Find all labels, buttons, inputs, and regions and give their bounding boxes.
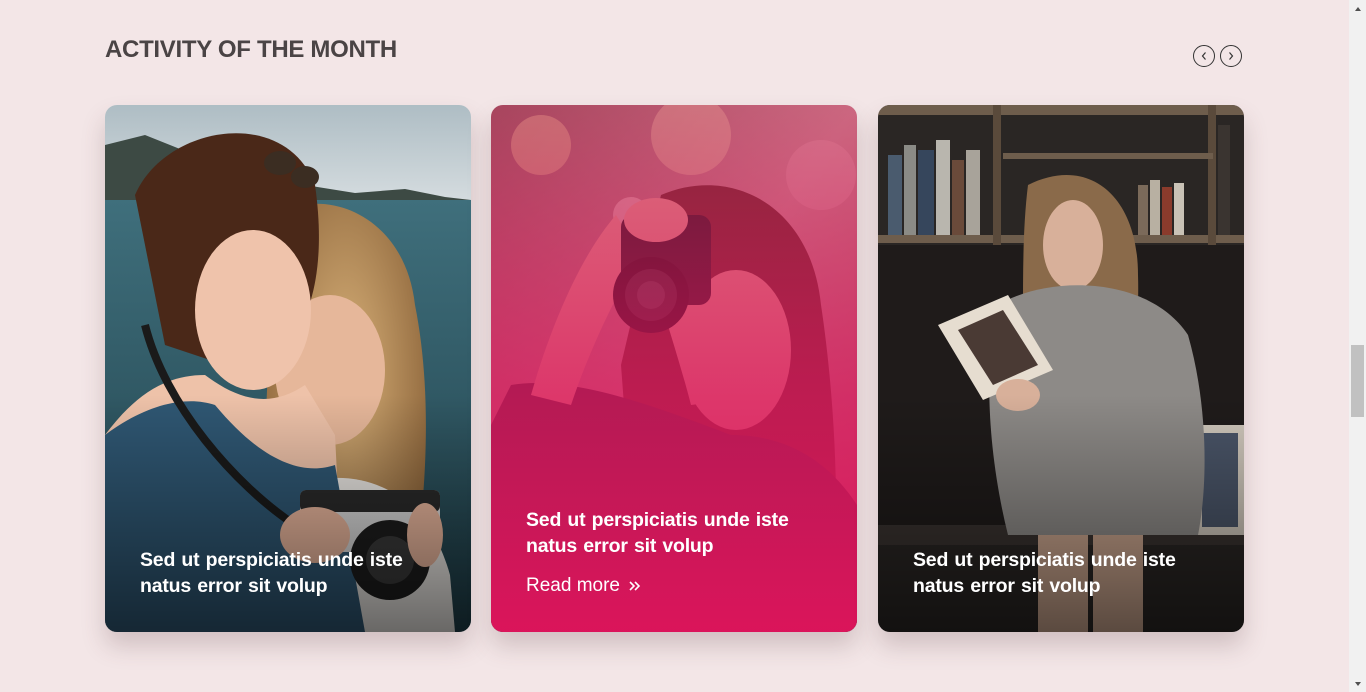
chevron-right-icon: [1229, 52, 1234, 60]
carousel-prev-button[interactable]: [1193, 45, 1215, 67]
card-title: Sed ut perspiciatis unde iste natus erro…: [913, 549, 1176, 597]
read-more-label: Read more: [526, 575, 620, 596]
page: ACTIVITY OF THE MONTH Sed ut perspiciati…: [0, 0, 1366, 692]
activity-card-3[interactable]: Sed ut perspiciatis unde iste natus erro…: [878, 105, 1244, 632]
section-title: ACTIVITY OF THE MONTH: [105, 36, 397, 63]
page-scrollbar[interactable]: [1349, 0, 1366, 692]
carousel-next-button[interactable]: [1220, 45, 1242, 67]
activity-card-2[interactable]: Sed ut perspiciatis unde iste natus erro…: [491, 105, 857, 632]
double-chevron-right-icon: [629, 581, 641, 591]
card-title: Sed ut perspiciatis unde iste natus erro…: [140, 549, 403, 597]
card-title: Sed ut perspiciatis unde iste natus erro…: [526, 509, 789, 557]
read-more-link[interactable]: Read more: [526, 575, 642, 597]
scroll-thumb[interactable]: [1351, 345, 1364, 417]
scroll-up-arrow-icon[interactable]: [1349, 0, 1366, 17]
scroll-down-arrow-icon[interactable]: [1349, 675, 1366, 692]
activity-card-1[interactable]: Sed ut perspiciatis unde iste natus erro…: [105, 105, 471, 632]
chevron-left-icon: [1201, 52, 1206, 60]
